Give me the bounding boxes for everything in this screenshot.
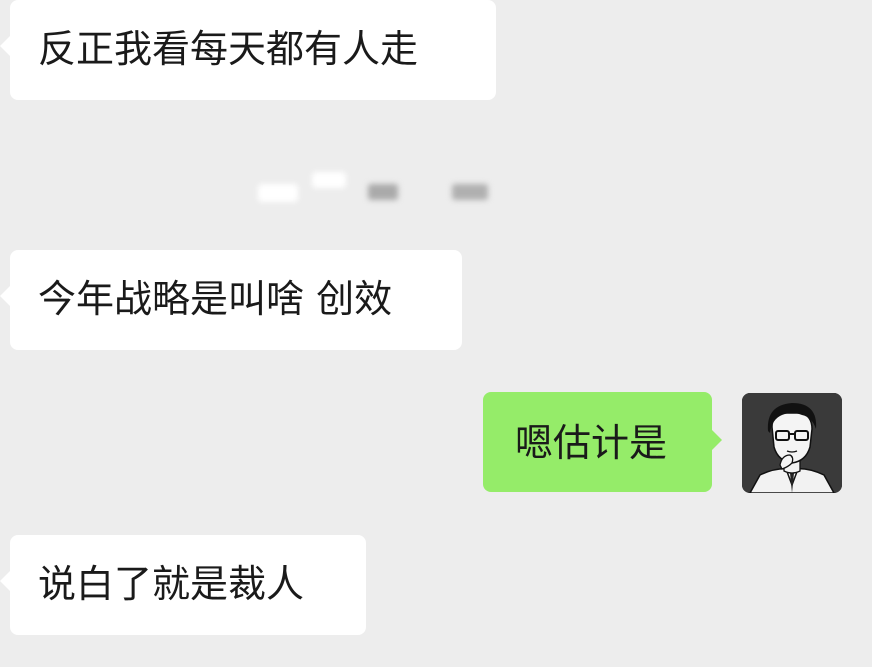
chat-area: 反正我看每天都有人走 今年战略是叫啥 创效 嗯估计是 说白了就是裁人 xyxy=(0,0,872,667)
outgoing-message-bubble[interactable]: 嗯估计是 xyxy=(483,392,722,492)
avatar-illustration xyxy=(742,393,842,493)
message-text: 嗯估计是 xyxy=(515,421,668,465)
incoming-message-bubble[interactable]: 反正我看每天都有人走 xyxy=(0,0,496,100)
blurred-system-notice xyxy=(240,168,510,214)
message-text: 今年战略是叫啥 创效 xyxy=(38,277,393,321)
message-text: 说白了就是裁人 xyxy=(38,562,305,606)
incoming-message-bubble[interactable]: 今年战略是叫啥 创效 xyxy=(0,250,462,350)
incoming-message-bubble[interactable]: 说白了就是裁人 xyxy=(0,535,366,635)
message-text: 反正我看每天都有人走 xyxy=(38,27,419,71)
cartoon-man-glasses-avatar-icon[interactable] xyxy=(742,393,842,493)
